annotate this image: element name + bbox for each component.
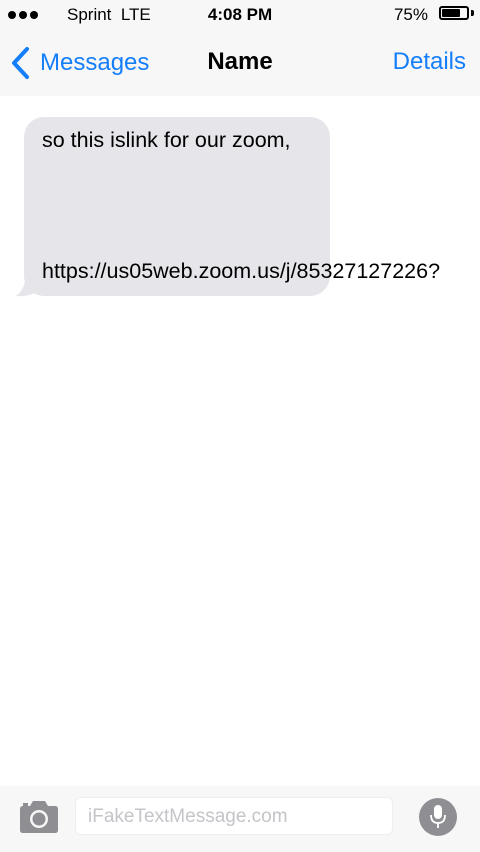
battery-nub	[471, 10, 474, 16]
message-text: so this islink for our zoom,	[42, 128, 291, 152]
battery-fill	[442, 9, 460, 17]
message-input[interactable]: iFakeTextMessage.com	[75, 797, 393, 835]
back-button-label: Messages	[40, 49, 150, 76]
microphone-button[interactable]	[419, 798, 457, 836]
navigation-bar: Messages Name Details	[0, 30, 480, 96]
battery-percent: 75%	[393, 5, 428, 24]
message-input-bar: iFakeTextMessage.com	[0, 786, 480, 852]
chevron-left-icon	[12, 47, 29, 79]
conversation-area[interactable]: so this islink for our zoom, https://us0…	[0, 96, 480, 786]
camera-icon[interactable]	[18, 800, 60, 834]
message-bubble-incoming[interactable]: so this islink for our zoom, https://us0…	[24, 117, 440, 296]
battery-icon	[439, 6, 469, 20]
status-bar: Sprint LTE 4:08 PM 75%	[0, 0, 480, 30]
microphone-icon	[430, 805, 446, 828]
back-button[interactable]: Messages	[10, 45, 149, 81]
message-link[interactable]: https://us05web.zoom.us/j/85327127226?	[42, 258, 440, 284]
details-button[interactable]: Details	[393, 48, 466, 76]
